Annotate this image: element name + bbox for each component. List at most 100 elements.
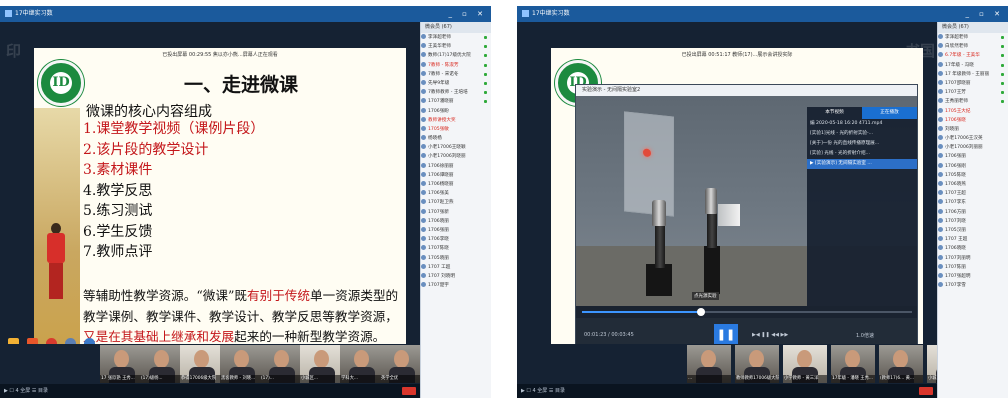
member-list-item[interactable]: 小老17006刘晓丽 bbox=[421, 152, 491, 161]
playback-controls[interactable]: ▶◀ ❚❚ ◀◀ ▶▶ bbox=[752, 332, 788, 338]
member-list-item[interactable]: 1707陈晓 bbox=[421, 244, 491, 253]
member-list-item[interactable]: 1706张丽 bbox=[938, 152, 1008, 161]
member-list-item[interactable]: 1706张美 bbox=[421, 189, 491, 198]
member-list-item[interactable]: 1707 刘晓明 bbox=[421, 272, 491, 281]
slide-list-item: 6.学生反馈 bbox=[83, 223, 153, 240]
participant-video-tile[interactable]: 恭得17006级大院 bbox=[180, 345, 224, 383]
video-frame[interactable]: 点光源实验 本节视频 正在播放 编 2020-05-18 16:20 4711.m… bbox=[576, 96, 917, 306]
member-list-item[interactable]: 17年级 - 冯晓 bbox=[938, 61, 1008, 70]
member-list-item[interactable]: 1706张刚 bbox=[938, 162, 1008, 171]
member-list-item[interactable]: 1706晓晓 bbox=[938, 244, 1008, 253]
member-list-item[interactable]: 王秀丽老师 bbox=[938, 97, 1008, 106]
playlist-item[interactable]: [实验1]光线 - 光的折射实验-... bbox=[807, 129, 917, 139]
speed-select[interactable]: 1.0倍速 bbox=[856, 332, 874, 339]
participant-video-tile[interactable]: (17)级杨... bbox=[140, 345, 184, 383]
leave-button[interactable] bbox=[919, 387, 933, 395]
member-list-item[interactable]: 1707王超 bbox=[938, 189, 1008, 198]
member-list-item[interactable]: 1705汉丽 bbox=[938, 226, 1008, 235]
member-list-item[interactable]: 小老17006刘丽丽 bbox=[938, 143, 1008, 152]
member-list-item[interactable]: 刘晓丽 bbox=[938, 125, 1008, 134]
playlist-tab[interactable]: 正在播放 bbox=[862, 107, 917, 119]
member-list-item[interactable]: 1706徐丽丽 bbox=[421, 162, 491, 171]
participant-video-tile[interactable]: 黑客教师 - 刘晓... bbox=[220, 345, 264, 383]
member-name: 17年级 - 冯晓 bbox=[945, 62, 974, 68]
user-avatar-icon bbox=[421, 144, 426, 150]
member-list-item[interactable]: 1707潘晓丽 bbox=[421, 97, 491, 106]
member-list-item[interactable]: 1707 工超 bbox=[421, 263, 491, 272]
member-list-item[interactable]: 1706谭晓丽 bbox=[421, 171, 491, 180]
member-list-item[interactable]: 7教师 - 陈淑芳 bbox=[421, 61, 491, 70]
member-list-item[interactable]: 6.7年级 - 王美华 bbox=[938, 51, 1008, 60]
member-list-item[interactable]: 1705晓丽 bbox=[421, 254, 491, 263]
member-name: 数师(17)17级优大院 bbox=[428, 53, 471, 59]
member-list-item[interactable]: 1705张敏 bbox=[421, 125, 491, 134]
member-list-item[interactable]: 小老17006王晓颖 bbox=[421, 143, 491, 152]
member-list-item[interactable]: 1706张晓 bbox=[938, 116, 1008, 125]
member-list-item[interactable]: 数师(17)17级优大院 bbox=[421, 51, 491, 60]
participant-video-tile[interactable]: 小学教师 - 黄三洋 bbox=[783, 345, 827, 383]
member-list-item[interactable]: 先导9年级 bbox=[421, 79, 491, 88]
member-list-item[interactable]: 杨晓杨 bbox=[421, 134, 491, 143]
mic-status-icon bbox=[1001, 45, 1004, 49]
member-list-item[interactable]: 1707李东 bbox=[938, 198, 1008, 207]
participant-video-tile[interactable]: 教师教师17006级大院 bbox=[735, 345, 779, 383]
member-list-item[interactable]: 教师讲授大奖 bbox=[421, 116, 491, 125]
playlist-item[interactable]: 编 2020-05-18 16:20 4711.mp4 bbox=[807, 119, 917, 129]
member-list-item[interactable]: 1706晓燕 bbox=[938, 180, 1008, 189]
member-list-item[interactable]: 1705王大纪 bbox=[938, 107, 1008, 116]
member-list-item[interactable]: 1707 王超 bbox=[938, 235, 1008, 244]
member-name: 1706晓晓 bbox=[945, 246, 966, 252]
member-list-item[interactable]: 1707李雪 bbox=[938, 281, 1008, 290]
leave-button[interactable] bbox=[402, 387, 416, 395]
user-avatar-icon bbox=[421, 153, 426, 159]
member-list-item[interactable]: 1707刘丽明 bbox=[938, 254, 1008, 263]
member-list-item[interactable]: 小老17006王汉英 bbox=[938, 134, 1008, 143]
member-list-item[interactable]: 李泽超老师 bbox=[421, 33, 491, 42]
member-list-item[interactable]: 1706杨晓丽 bbox=[421, 180, 491, 189]
participant-video-tile[interactable]: (17)... bbox=[260, 345, 304, 383]
member-list-item[interactable]: 1707楚宇 bbox=[421, 281, 491, 290]
member-list-item[interactable]: 17 年级教师 - 王丽丽 bbox=[938, 70, 1008, 79]
window-controls[interactable]: _ ▫ ✕ bbox=[965, 6, 1004, 22]
pause-button[interactable]: ❚❚ bbox=[714, 324, 738, 344]
participant-strip: ... 教师教师17006级大院 小学教师 - 黄三洋 17年级 - 潘晓 王秀...… bbox=[517, 344, 971, 384]
member-list-item[interactable]: 1707王芳 bbox=[938, 88, 1008, 97]
seek-bar[interactable] bbox=[576, 306, 917, 318]
member-name: 小老17006刘丽丽 bbox=[945, 145, 983, 151]
participant-video-tile[interactable]: 17年级 - 潘晓 王秀... bbox=[831, 345, 875, 383]
participant-name: (17)... bbox=[260, 375, 304, 383]
member-list-item[interactable]: 1707赵卫燕 bbox=[421, 198, 491, 207]
member-list-item[interactable]: 1707刘晓 bbox=[938, 217, 1008, 226]
member-list-item[interactable]: 白欣然老师 bbox=[938, 42, 1008, 51]
playlist-item[interactable]: [实验] 光线 - 光的折射介绍... bbox=[807, 149, 917, 159]
participant-video-tile[interactable]: 17 张欣艳 王秀... bbox=[100, 345, 144, 383]
participant-video-tile[interactable]: 英学全优 bbox=[380, 345, 424, 383]
user-avatar-icon bbox=[421, 34, 426, 39]
member-list-item[interactable]: 1707张超明 bbox=[938, 272, 1008, 281]
playlist-item[interactable]: [关于]一份 光的直线传播原理展... bbox=[807, 139, 917, 149]
member-list-item[interactable]: 1706晓丽 bbox=[421, 217, 491, 226]
participant-video-tile[interactable]: 学科大... bbox=[340, 345, 384, 383]
member-list-item[interactable]: 1707张新 bbox=[421, 208, 491, 217]
participant-video-tile[interactable]: (教师17)6... 黄... bbox=[879, 345, 923, 383]
member-list-item[interactable]: 李泽超老师 bbox=[938, 33, 1008, 42]
bottom-toolbar-buttons[interactable]: ▶ ☐ 4 全屏 ☰ 目录 bbox=[521, 388, 565, 394]
member-list-item[interactable]: 7教师 - 宋诺冬 bbox=[421, 70, 491, 79]
member-list-item[interactable]: 1705陈晓 bbox=[938, 171, 1008, 180]
member-list-item[interactable]: 1706张盼 bbox=[421, 107, 491, 116]
member-list-item[interactable]: 1707邵晓丽 bbox=[938, 79, 1008, 88]
participant-video-tile[interactable]: 小城区... bbox=[300, 345, 344, 383]
bottom-toolbar-buttons[interactable]: ▶ ☐ 4 全屏 ☰ 目录 bbox=[4, 388, 48, 394]
playlist-tab[interactable]: 本节视频 bbox=[807, 107, 862, 119]
member-list-item[interactable]: 1706方丽 bbox=[938, 208, 1008, 217]
playlist-item[interactable]: ▶ [实验演示] 无间隔实验室 ... bbox=[807, 159, 917, 169]
member-list-item[interactable]: 1707陈丽 bbox=[938, 263, 1008, 272]
seek-handle[interactable] bbox=[697, 308, 705, 316]
member-list-item[interactable]: 王美华老师 bbox=[421, 42, 491, 51]
member-name: 1706张丽 bbox=[428, 227, 449, 233]
member-list-item[interactable]: 1706李晓 bbox=[421, 235, 491, 244]
member-list-item[interactable]: 7教师教师 - 王培培 bbox=[421, 88, 491, 97]
member-list-item[interactable]: 1706张丽 bbox=[421, 226, 491, 235]
window-controls[interactable]: _ ▫ ✕ bbox=[448, 6, 487, 22]
participant-video-tile[interactable]: ... bbox=[687, 345, 731, 383]
